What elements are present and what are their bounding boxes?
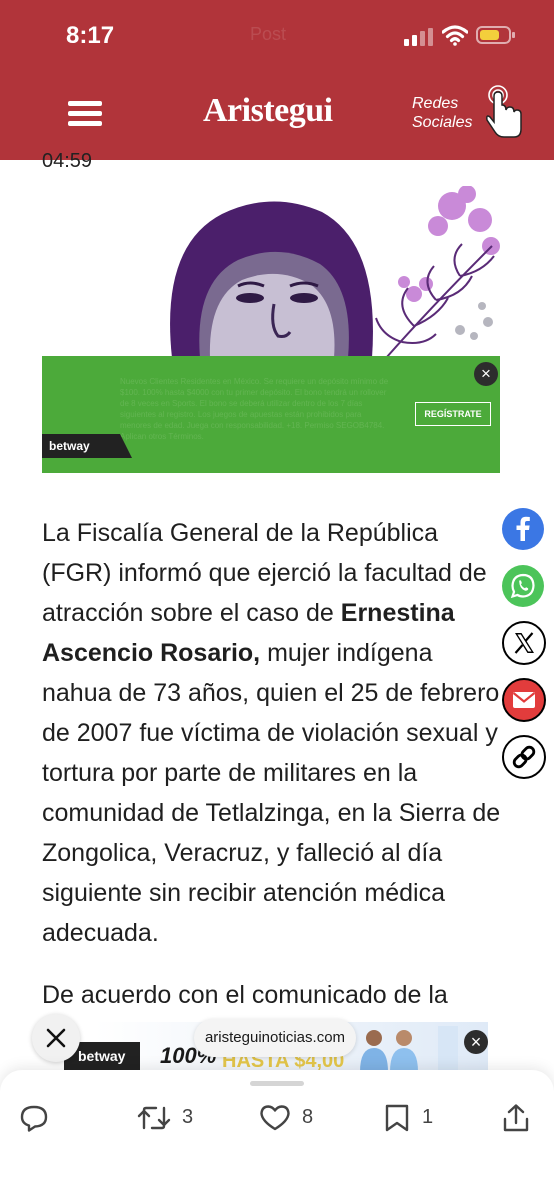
like-button[interactable]: 8 [258,1102,322,1136]
signal-icon [404,28,433,46]
ad-fine-print: Nuevos Clientes Residentes en México. Se… [120,377,389,441]
x-icon [514,632,534,654]
sociales-label: Sociales [412,114,473,131]
hamburger-icon-bar [68,121,102,126]
timestamp: 04:59 [42,150,93,172]
whatsapp-icon [510,573,535,599]
bottom-ad-close-button[interactable]: × [464,1030,488,1054]
share-facebook-button[interactable] [502,508,544,550]
menu-button[interactable] [68,101,102,127]
copy-link-button[interactable] [502,735,546,779]
article-paragraph-2: De acuerdo con el comunicado de la [42,981,448,1009]
share-whatsapp-button[interactable] [502,565,544,607]
redes-label: Redes [412,95,459,112]
register-button[interactable]: REGÍSTRATE [415,402,491,426]
ad-players-image [360,1026,458,1072]
share-x-button[interactable] [502,621,546,665]
close-float-button[interactable] [32,1014,80,1062]
top-ad-banner[interactable]: Nuevos Clientes Residentes en México. Se… [42,186,500,473]
hamburger-icon-bar [68,111,102,116]
like-count: 8 [302,1106,314,1128]
share-email-button[interactable] [502,678,546,722]
article-text-2: mujer indígena nahua de 73 años, quien e… [42,639,501,947]
repost-count: 3 [182,1106,194,1128]
close-icon [46,1028,66,1048]
share-icon [503,1104,529,1132]
share-post-button[interactable] [500,1102,534,1136]
facebook-icon [516,516,530,541]
site-logo[interactable]: Aristegui [203,92,333,130]
bookmark-count: 1 [422,1106,434,1128]
comment-icon [20,1105,48,1132]
pointing-hand-icon[interactable] [484,84,524,140]
bookmark-icon [385,1104,409,1132]
sheet-grabber[interactable] [250,1081,304,1086]
status-time: 8:17 [66,22,115,49]
betway-logo-tail [120,434,132,458]
article-paragraph-1: La Fiscalía General de la República (FGR… [42,513,504,953]
wifi-icon [442,25,468,46]
heart-icon [260,1105,290,1131]
link-icon [512,745,536,769]
ad-close-button[interactable]: × [474,362,498,386]
faint-page-title: Post [250,24,287,44]
ad-illustration [42,186,500,358]
betway-logo: betway [42,434,120,458]
bookmark-button[interactable]: 1 [382,1102,442,1136]
redes-sociales-link[interactable]: Redes Sociales [412,94,472,132]
repost-icon [137,1106,171,1130]
hamburger-icon [68,101,102,106]
reply-button[interactable] [18,1102,52,1136]
mail-icon [512,692,536,708]
battery-icon [476,26,515,44]
url-pill[interactable]: aristeguinoticias.com [194,1019,356,1057]
repost-button[interactable]: 3 [136,1102,200,1136]
